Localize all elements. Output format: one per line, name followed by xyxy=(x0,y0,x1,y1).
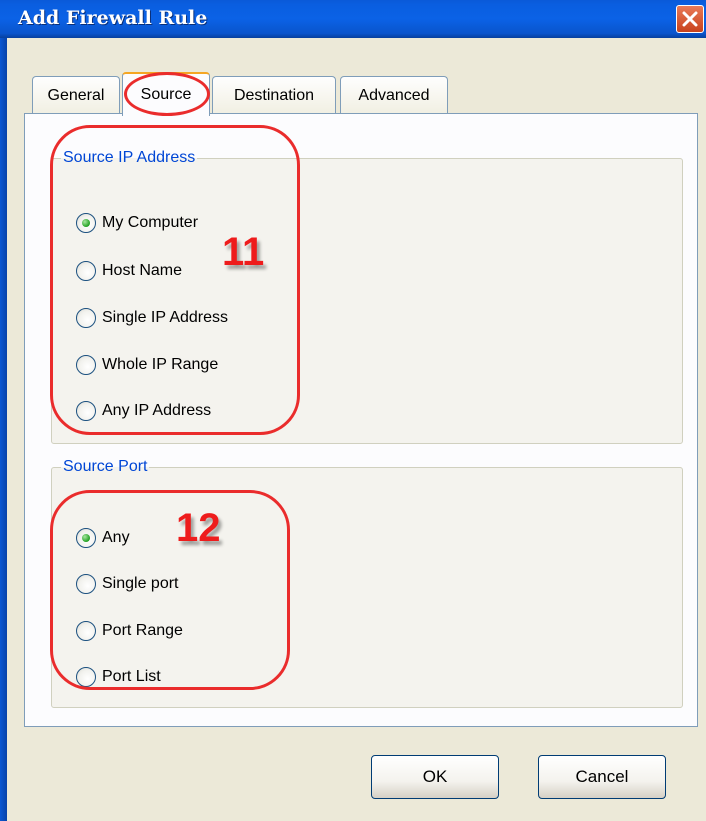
annotation-tab-highlight xyxy=(124,72,210,116)
cancel-button[interactable]: Cancel xyxy=(538,755,666,799)
close-icon xyxy=(682,11,698,27)
cancel-button-label: Cancel xyxy=(575,767,629,786)
tab-label: General xyxy=(47,86,105,104)
close-button[interactable] xyxy=(676,5,704,33)
tab-label: Destination xyxy=(233,86,315,104)
source-port-legend: Source Port xyxy=(63,458,148,475)
tab-label: Advanced xyxy=(358,86,430,104)
window-frame-left xyxy=(0,38,7,821)
tab-general[interactable]: General xyxy=(32,76,120,114)
annotation-marker-11: 11 xyxy=(222,230,265,274)
title-bar: Add Firewall Rule xyxy=(0,0,706,38)
tab-destination[interactable]: Destination xyxy=(212,76,336,114)
ok-button-label: OK xyxy=(422,767,448,786)
tab-advanced[interactable]: Advanced xyxy=(340,76,448,114)
ok-button[interactable]: OK xyxy=(371,755,499,799)
annotation-marker-12: 12 xyxy=(176,506,221,550)
window-title: Add Firewall Rule xyxy=(18,7,208,29)
annotation-oval-source-port xyxy=(50,490,290,690)
annotation-oval-source-ip xyxy=(50,125,300,435)
